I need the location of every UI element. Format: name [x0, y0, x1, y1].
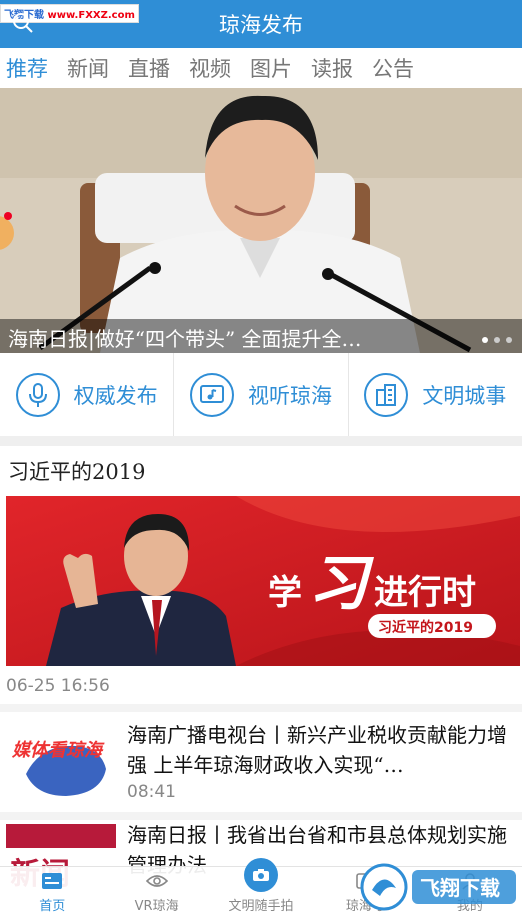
- hero-image: [0, 88, 522, 353]
- banner-text-xue: 学: [268, 573, 302, 613]
- news-thumbnail: 媒体看琼海: [6, 724, 116, 804]
- hero-carousel[interactable]: 海南日报|做好“四个带头” 全面提升全…: [0, 88, 522, 353]
- quick-entry-authority[interactable]: 权威发布: [0, 353, 175, 436]
- page-title: 琼海发布: [219, 13, 303, 37]
- carousel-dot: [506, 337, 512, 343]
- news-list-item[interactable]: 媒体看琼海 海南广播电视台丨新兴产业税收贡献能力增强 上半年琼海财政收入实现“……: [0, 712, 522, 812]
- banner-text-jinxingshi: 进行时: [374, 573, 476, 613]
- feature-banner-image: 学 习 进行时 习近平的2019: [6, 496, 520, 666]
- banner-badge: 习近平的2019: [378, 619, 473, 636]
- feature-banner[interactable]: 学 习 进行时 习近平的2019: [6, 496, 520, 666]
- quick-entry-label: 文明城事: [422, 383, 507, 408]
- tab-news[interactable]: 新闻: [67, 53, 109, 83]
- nav-snapshot[interactable]: 文明随手拍: [209, 858, 313, 918]
- quick-entries: 权威发布 视听琼海 文明城事: [0, 353, 522, 436]
- building-icon: [364, 372, 409, 417]
- news-headline: 海南广播电视台丨新兴产业税收贡献能力增强 上半年琼海财政收入实现“…: [127, 723, 507, 777]
- tab-pictures[interactable]: 图片: [250, 53, 292, 83]
- logo-text: 飞翔下载: [420, 876, 500, 900]
- quick-entry-audiovisual[interactable]: 视听琼海: [174, 353, 349, 436]
- home-card-icon: [41, 869, 63, 893]
- tab-video[interactable]: 视频: [189, 53, 231, 83]
- app-header: 飞翔下载 www.FXXZ.com 琼海发布: [0, 0, 522, 48]
- tab-live[interactable]: 直播: [128, 53, 170, 83]
- channel-tabs: 推荐 新闻 直播 视频 图片 读报 公告: [0, 48, 522, 88]
- feature-section-title[interactable]: 习近平的2019: [8, 456, 145, 486]
- carousel-dot: [482, 337, 488, 343]
- quick-entry-label: 权威发布: [73, 383, 158, 408]
- feature-timestamp: 06-25 16:56: [6, 676, 110, 696]
- quick-entry-label: 视听琼海: [247, 383, 332, 408]
- section-divider: [0, 704, 522, 712]
- section-divider: [0, 436, 522, 446]
- nav-home[interactable]: 首页: [0, 867, 104, 918]
- nav-vr[interactable]: VR琼海: [104, 867, 208, 918]
- nav-label: 首页: [39, 899, 66, 914]
- nav-label: 文明随手拍: [228, 899, 294, 914]
- eye-icon: [145, 869, 168, 893]
- nav-label: VR琼海: [134, 899, 179, 914]
- site-logo-watermark: 飞翔下载: [360, 863, 516, 911]
- quick-entry-civilization[interactable]: 文明城事: [349, 353, 522, 436]
- carousel-indicator: [482, 337, 512, 343]
- hero-caption: 海南日报|做好“四个带头” 全面提升全…: [0, 319, 522, 353]
- camera-icon: [244, 858, 279, 893]
- thumb-text: 媒体看琼海: [11, 740, 105, 761]
- carousel-dot: [494, 337, 500, 343]
- music-screen-icon: [189, 372, 234, 417]
- tab-notice[interactable]: 公告: [372, 53, 414, 83]
- tab-newspaper[interactable]: 读报: [311, 53, 353, 83]
- banner-text-xi: 习: [308, 549, 374, 619]
- tab-recommend[interactable]: 推荐: [6, 53, 48, 83]
- news-time: 08:41: [127, 782, 176, 802]
- microphone-icon: [15, 372, 60, 417]
